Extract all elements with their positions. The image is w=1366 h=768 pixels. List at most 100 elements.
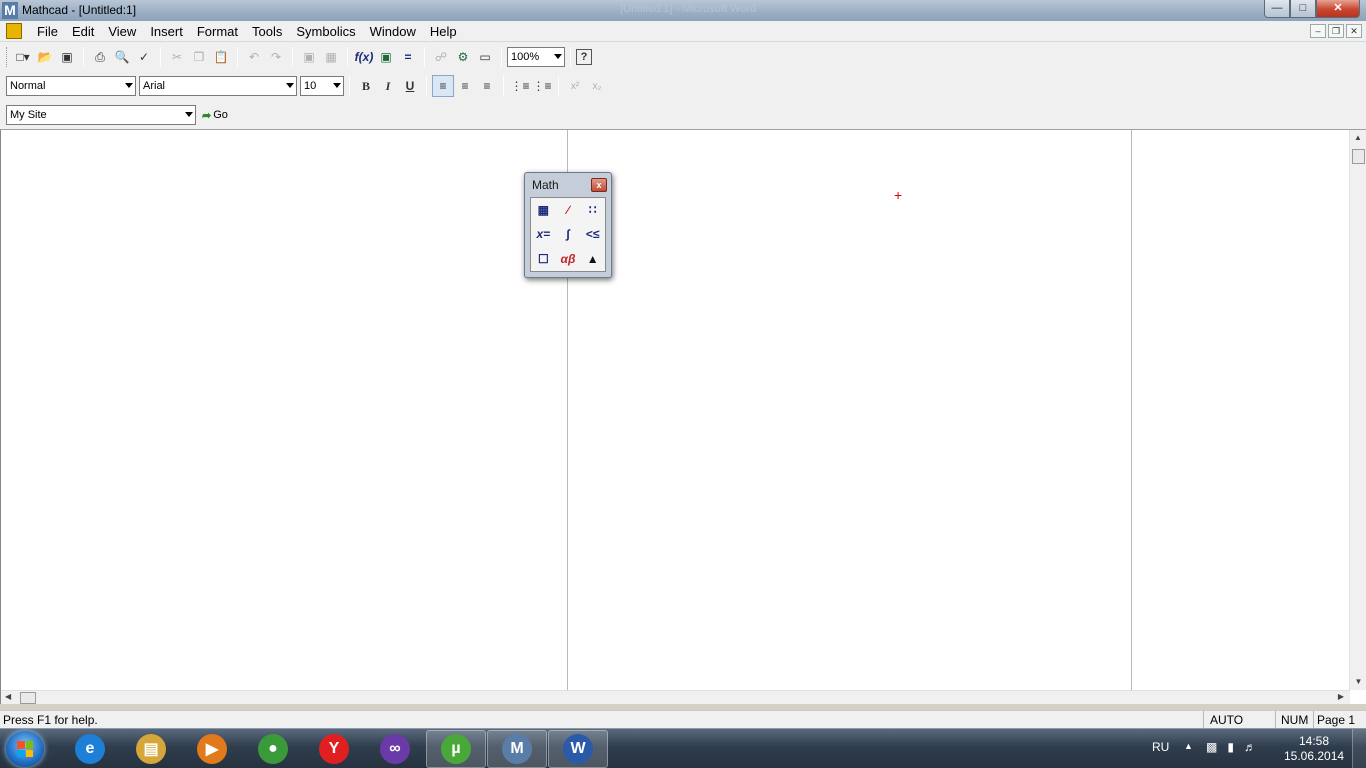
help-icon[interactable]: ? <box>576 49 592 65</box>
document-icon[interactable] <box>6 23 22 39</box>
style-select[interactable]: Normal <box>6 76 136 96</box>
calculus-toolbar-icon[interactable]: ∫ <box>566 227 569 241</box>
show-desktop-button[interactable] <box>1352 729 1366 768</box>
insert-hyperlink-icon[interactable]: ☍ <box>430 46 452 68</box>
copy-icon[interactable]: ❐ <box>188 46 210 68</box>
palette-button-grid: ▦ ∕ ∷ x= ∫ <≤ ☐ αβ ▲ <box>530 197 606 272</box>
menu-window[interactable]: Window <box>363 24 423 39</box>
save-icon[interactable]: ▣ <box>56 46 78 68</box>
document-minimize-button[interactable]: – <box>1310 24 1326 38</box>
language-indicator[interactable]: RU <box>1152 740 1169 754</box>
calculate-icon[interactable]: = <box>397 46 419 68</box>
taskbar-app-word[interactable]: W <box>548 730 608 768</box>
menu-tools[interactable]: Tools <box>245 24 289 39</box>
palette-close-button[interactable]: x <box>591 178 607 192</box>
scroll-down-icon[interactable]: ▼ <box>1350 674 1366 690</box>
network-signal-icon[interactable]: ▩ <box>1206 740 1217 754</box>
subscript-button[interactable]: x₂ <box>586 75 608 97</box>
menu-view[interactable]: View <box>101 24 143 39</box>
boolean-toolbar-icon[interactable]: <≤ <box>586 227 600 241</box>
italic-button[interactable]: I <box>377 75 399 97</box>
scroll-left-icon[interactable]: ◀ <box>5 692 11 701</box>
evaluation-toolbar-icon[interactable]: x= <box>536 227 550 241</box>
menu-symbolics[interactable]: Symbolics <box>289 24 362 39</box>
mathcad-app-icon[interactable]: M <box>2 2 18 19</box>
print-preview-icon[interactable]: 🔍 <box>111 46 133 68</box>
battery-icon[interactable]: ▮ <box>1227 740 1234 754</box>
align-down-icon[interactable]: ▦ <box>320 46 342 68</box>
document-close-button[interactable]: ✕ <box>1346 24 1362 38</box>
show-hidden-icons-icon[interactable]: ▲ <box>1184 741 1193 751</box>
taskbar-app-yandex-browser[interactable]: Y <box>304 730 364 768</box>
toolbar-grip[interactable] <box>6 47 9 67</box>
component-wizard-icon[interactable]: ⚙ <box>452 46 474 68</box>
graph-toolbar-icon[interactable]: ∕ <box>567 203 569 217</box>
redo-icon[interactable]: ↷ <box>265 46 287 68</box>
open-folder-icon[interactable]: 📂 <box>34 46 56 68</box>
align-left-icon[interactable]: ≡ <box>432 75 454 97</box>
horizontal-scroll-thumb[interactable] <box>20 692 36 704</box>
taskbar-app-utorrent[interactable]: µ <box>426 730 486 768</box>
menu-insert[interactable]: Insert <box>143 24 190 39</box>
taskbar-app-mathcad[interactable]: M <box>487 730 547 768</box>
menu-file[interactable]: File <box>30 24 65 39</box>
start-button[interactable] <box>6 731 44 767</box>
superscript-button[interactable]: x² <box>564 75 586 97</box>
go-arrow-icon: ➦ <box>202 109 212 122</box>
window-title: Mathcad - [Untitled:1] <box>22 3 137 17</box>
align-center-icon[interactable]: ≡ <box>454 75 476 97</box>
clock[interactable]: 14:58 15.06.2014 <box>1284 734 1344 764</box>
font-select[interactable]: Arial <box>139 76 297 96</box>
undo-icon[interactable]: ↶ <box>243 46 265 68</box>
cut-icon[interactable]: ✂ <box>166 46 188 68</box>
font-size-value: 10 <box>304 80 317 92</box>
matrix-toolbar-icon[interactable]: ∷ <box>589 203 597 217</box>
spell-check-icon[interactable]: ✓ <box>133 46 155 68</box>
vertical-scrollbar[interactable]: ▲ ▼ <box>1349 130 1366 690</box>
programming-toolbar-icon[interactable]: ☐ <box>538 252 549 266</box>
bold-button[interactable]: B <box>355 75 377 97</box>
taskbar-app-chrome[interactable]: ● <box>243 730 303 768</box>
scroll-up-icon[interactable]: ▲ <box>1350 130 1366 146</box>
align-right-icon[interactable]: ≡ <box>476 75 498 97</box>
worksheet[interactable]: + ▲ ▼ ◀ ▶ <box>0 130 1366 704</box>
menu-edit[interactable]: Edit <box>65 24 101 39</box>
close-button[interactable]: ✕ <box>1316 0 1360 18</box>
status-num: NUM <box>1281 713 1309 727</box>
taskbar-app-internet-explorer[interactable]: e <box>60 730 120 768</box>
horizontal-scrollbar[interactable]: ◀ ▶ <box>1 690 1350 704</box>
minimize-button[interactable]: — <box>1264 0 1290 18</box>
underline-button[interactable]: U <box>399 75 421 97</box>
taskbar-app-file-explorer[interactable]: ▤ <box>121 730 181 768</box>
insert-function-icon[interactable]: f(x) <box>353 46 375 68</box>
print-icon[interactable]: ⎙ <box>89 46 111 68</box>
symbolic-toolbar-icon[interactable]: ▲ <box>587 252 599 266</box>
windows-logo-icon <box>17 741 33 757</box>
insert-unit-icon[interactable]: ▣ <box>375 46 397 68</box>
vertical-scroll-thumb[interactable] <box>1352 149 1365 164</box>
numbered-list-icon[interactable]: ⋮≡ <box>531 75 553 97</box>
site-select[interactable]: My Site <box>6 105 196 125</box>
paste-icon[interactable]: 📋 <box>210 46 232 68</box>
maximize-button[interactable]: □ <box>1290 0 1316 18</box>
taskbar-app-media-player[interactable]: ▶ <box>182 730 242 768</box>
greek-toolbar-icon[interactable]: αβ <box>561 252 576 266</box>
media-player-icon: ▶ <box>197 734 227 764</box>
standard-toolbar: □▾ 📂 ▣ ⎙ 🔍 ✓ ✂ ❐ 📋 ↶ ↷ ▣ ▦ f(x) ▣ = ☍ ⚙ … <box>6 44 592 70</box>
taskbar-app-visual-studio[interactable]: ∞ <box>365 730 425 768</box>
volume-icon[interactable]: ♬ <box>1244 740 1256 754</box>
menu-help[interactable]: Help <box>423 24 464 39</box>
math-palette[interactable]: Math x ▦ ∕ ∷ x= ∫ <≤ ☐ αβ ▲ <box>524 172 612 278</box>
font-size-select[interactable]: 10 <box>300 76 344 96</box>
word-icon: W <box>563 734 593 764</box>
scroll-right-icon[interactable]: ▶ <box>1338 692 1344 701</box>
new-document-icon[interactable]: □▾ <box>12 46 34 68</box>
bullet-list-icon[interactable]: ⋮≡ <box>509 75 531 97</box>
resources-icon[interactable]: ▭ <box>474 46 496 68</box>
menu-format[interactable]: Format <box>190 24 245 39</box>
document-restore-button[interactable]: ❐ <box>1328 24 1344 38</box>
go-button[interactable]: ➦ Go <box>202 109 228 122</box>
align-across-icon[interactable]: ▣ <box>298 46 320 68</box>
zoom-select[interactable]: 100% <box>507 47 565 67</box>
calculator-toolbar-icon[interactable]: ▦ <box>538 203 549 217</box>
